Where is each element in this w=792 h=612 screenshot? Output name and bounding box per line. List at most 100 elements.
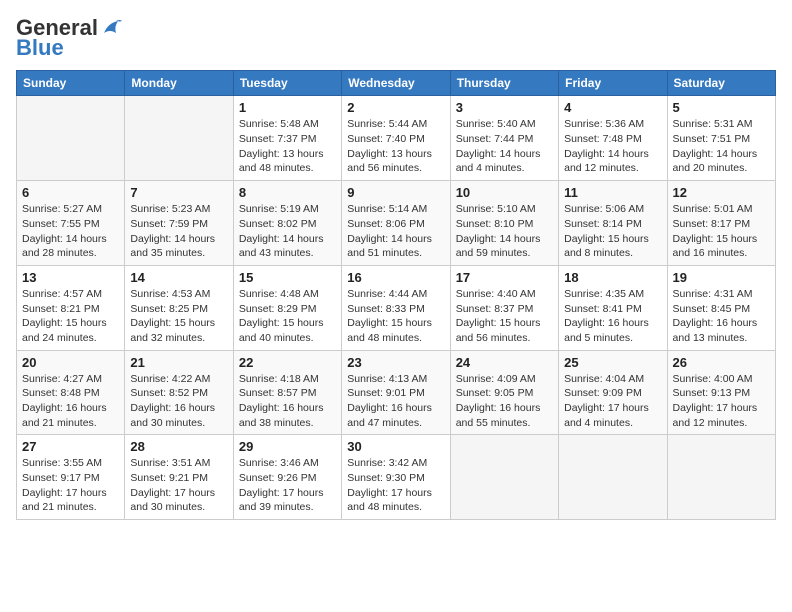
calendar-week-row: 1Sunrise: 5:48 AM Sunset: 7:37 PM Daylig… (17, 96, 776, 181)
calendar-cell: 28 Sunrise: 3:51 AM Sunset: 9:21 PM Dayli… (125, 435, 233, 520)
calendar-cell: 13 Sunrise: 4:57 AM Sunset: 8:21 PM Dayli… (17, 265, 125, 350)
calendar-cell: 2 Sunrise: 5:44 AM Sunset: 7:40 PM Daylig… (342, 96, 450, 181)
day-number: 3 (456, 100, 553, 115)
day-number: 9 (347, 185, 444, 200)
calendar-cell: 25 Sunrise: 4:04 AM Sunset: 9:09 PM Dayli… (559, 350, 667, 435)
day-info: Sunrise: 5:31 AM Sunset: 7:51 PM Dayligh… (673, 117, 770, 176)
day-info: Sunrise: 4:27 AM Sunset: 8:48 PM Dayligh… (22, 372, 119, 431)
day-number: 22 (239, 355, 336, 370)
calendar-cell: 12 Sunrise: 5:01 AM Sunset: 8:17 PM Dayli… (667, 181, 775, 266)
day-number: 16 (347, 270, 444, 285)
calendar-cell: 17Sunrise: 4:40 AM Sunset: 8:37 PM Dayli… (450, 265, 558, 350)
day-info: Sunrise: 5:06 AM Sunset: 8:14 PM Dayligh… (564, 202, 661, 261)
day-info: Sunrise: 5:27 AM Sunset: 7:55 PM Dayligh… (22, 202, 119, 261)
calendar-cell: 4 Sunrise: 5:36 AM Sunset: 7:48 PM Daylig… (559, 96, 667, 181)
day-number: 11 (564, 185, 661, 200)
day-info: Sunrise: 4:57 AM Sunset: 8:21 PM Dayligh… (22, 287, 119, 346)
calendar-cell: 11 Sunrise: 5:06 AM Sunset: 8:14 PM Dayli… (559, 181, 667, 266)
day-info: Sunrise: 4:44 AM Sunset: 8:33 PM Dayligh… (347, 287, 444, 346)
day-info: Sunrise: 5:36 AM Sunset: 7:48 PM Dayligh… (564, 117, 661, 176)
day-number: 26 (673, 355, 770, 370)
calendar-cell: 7Sunrise: 5:23 AM Sunset: 7:59 PM Daylig… (125, 181, 233, 266)
day-info: Sunrise: 3:51 AM Sunset: 9:21 PM Dayligh… (130, 456, 227, 515)
day-info: Sunrise: 4:18 AM Sunset: 8:57 PM Dayligh… (239, 372, 336, 431)
calendar-cell: 30 Sunrise: 3:42 AM Sunset: 9:30 PM Dayli… (342, 435, 450, 520)
day-info: Sunrise: 5:01 AM Sunset: 8:17 PM Dayligh… (673, 202, 770, 261)
calendar-cell: 26 Sunrise: 4:00 AM Sunset: 9:13 PM Dayli… (667, 350, 775, 435)
day-number: 5 (673, 100, 770, 115)
calendar-cell (17, 96, 125, 181)
calendar-cell: 18Sunrise: 4:35 AM Sunset: 8:41 PM Dayli… (559, 265, 667, 350)
day-number: 14 (130, 270, 227, 285)
calendar-cell: 24Sunrise: 4:09 AM Sunset: 9:05 PM Dayli… (450, 350, 558, 435)
calendar-cell: 21 Sunrise: 4:22 AM Sunset: 8:52 PM Dayli… (125, 350, 233, 435)
day-number: 4 (564, 100, 661, 115)
day-info: Sunrise: 4:40 AM Sunset: 8:37 PM Dayligh… (456, 287, 553, 346)
calendar-cell: 15Sunrise: 4:48 AM Sunset: 8:29 PM Dayli… (233, 265, 341, 350)
day-number: 19 (673, 270, 770, 285)
calendar-cell (559, 435, 667, 520)
day-info: Sunrise: 4:13 AM Sunset: 9:01 PM Dayligh… (347, 372, 444, 431)
day-number: 7 (130, 185, 227, 200)
calendar-cell: 20 Sunrise: 4:27 AM Sunset: 8:48 PM Dayli… (17, 350, 125, 435)
calendar-cell: 19 Sunrise: 4:31 AM Sunset: 8:45 PM Dayli… (667, 265, 775, 350)
calendar-cell: 5 Sunrise: 5:31 AM Sunset: 7:51 PM Daylig… (667, 96, 775, 181)
calendar-cell: 8Sunrise: 5:19 AM Sunset: 8:02 PM Daylig… (233, 181, 341, 266)
day-number: 29 (239, 439, 336, 454)
calendar-table: SundayMondayTuesdayWednesdayThursdayFrid… (16, 70, 776, 520)
day-info: Sunrise: 4:09 AM Sunset: 9:05 PM Dayligh… (456, 372, 553, 431)
day-info: Sunrise: 5:14 AM Sunset: 8:06 PM Dayligh… (347, 202, 444, 261)
day-number: 8 (239, 185, 336, 200)
col-header-thursday: Thursday (450, 71, 558, 96)
day-info: Sunrise: 3:46 AM Sunset: 9:26 PM Dayligh… (239, 456, 336, 515)
calendar-cell: 16 Sunrise: 4:44 AM Sunset: 8:33 PM Dayli… (342, 265, 450, 350)
calendar-week-row: 20 Sunrise: 4:27 AM Sunset: 8:48 PM Dayli… (17, 350, 776, 435)
logo-blue-text: Blue (16, 36, 64, 60)
day-number: 23 (347, 355, 444, 370)
day-info: Sunrise: 4:31 AM Sunset: 8:45 PM Dayligh… (673, 287, 770, 346)
calendar-cell: 14 Sunrise: 4:53 AM Sunset: 8:25 PM Dayli… (125, 265, 233, 350)
calendar-cell (450, 435, 558, 520)
col-header-saturday: Saturday (667, 71, 775, 96)
day-info: Sunrise: 4:00 AM Sunset: 9:13 PM Dayligh… (673, 372, 770, 431)
day-number: 12 (673, 185, 770, 200)
day-number: 21 (130, 355, 227, 370)
calendar-cell: 29 Sunrise: 3:46 AM Sunset: 9:26 PM Dayli… (233, 435, 341, 520)
calendar-cell: 3Sunrise: 5:40 AM Sunset: 7:44 PM Daylig… (450, 96, 558, 181)
day-info: Sunrise: 4:22 AM Sunset: 8:52 PM Dayligh… (130, 372, 227, 431)
day-number: 10 (456, 185, 553, 200)
calendar-week-row: 13 Sunrise: 4:57 AM Sunset: 8:21 PM Dayli… (17, 265, 776, 350)
header: General Blue (16, 16, 776, 60)
day-number: 20 (22, 355, 119, 370)
calendar-cell: 23 Sunrise: 4:13 AM Sunset: 9:01 PM Dayli… (342, 350, 450, 435)
day-info: Sunrise: 4:53 AM Sunset: 8:25 PM Dayligh… (130, 287, 227, 346)
calendar-cell (125, 96, 233, 181)
logo-bird-icon (100, 19, 122, 37)
col-header-tuesday: Tuesday (233, 71, 341, 96)
day-info: Sunrise: 4:04 AM Sunset: 9:09 PM Dayligh… (564, 372, 661, 431)
calendar-header-row: SundayMondayTuesdayWednesdayThursdayFrid… (17, 71, 776, 96)
calendar-week-row: 6 Sunrise: 5:27 AM Sunset: 7:55 PM Daylig… (17, 181, 776, 266)
day-number: 25 (564, 355, 661, 370)
day-number: 27 (22, 439, 119, 454)
logo: General Blue (16, 16, 122, 60)
calendar-week-row: 27 Sunrise: 3:55 AM Sunset: 9:17 PM Dayli… (17, 435, 776, 520)
day-number: 13 (22, 270, 119, 285)
calendar-cell: 22 Sunrise: 4:18 AM Sunset: 8:57 PM Dayli… (233, 350, 341, 435)
calendar-cell: 6 Sunrise: 5:27 AM Sunset: 7:55 PM Daylig… (17, 181, 125, 266)
col-header-wednesday: Wednesday (342, 71, 450, 96)
day-number: 6 (22, 185, 119, 200)
col-header-monday: Monday (125, 71, 233, 96)
day-number: 2 (347, 100, 444, 115)
col-header-friday: Friday (559, 71, 667, 96)
day-info: Sunrise: 3:55 AM Sunset: 9:17 PM Dayligh… (22, 456, 119, 515)
day-number: 28 (130, 439, 227, 454)
calendar-cell: 27 Sunrise: 3:55 AM Sunset: 9:17 PM Dayli… (17, 435, 125, 520)
calendar-cell: 9 Sunrise: 5:14 AM Sunset: 8:06 PM Daylig… (342, 181, 450, 266)
day-number: 30 (347, 439, 444, 454)
calendar-cell: 1Sunrise: 5:48 AM Sunset: 7:37 PM Daylig… (233, 96, 341, 181)
col-header-sunday: Sunday (17, 71, 125, 96)
day-number: 18 (564, 270, 661, 285)
day-info: Sunrise: 5:44 AM Sunset: 7:40 PM Dayligh… (347, 117, 444, 176)
day-info: Sunrise: 3:42 AM Sunset: 9:30 PM Dayligh… (347, 456, 444, 515)
